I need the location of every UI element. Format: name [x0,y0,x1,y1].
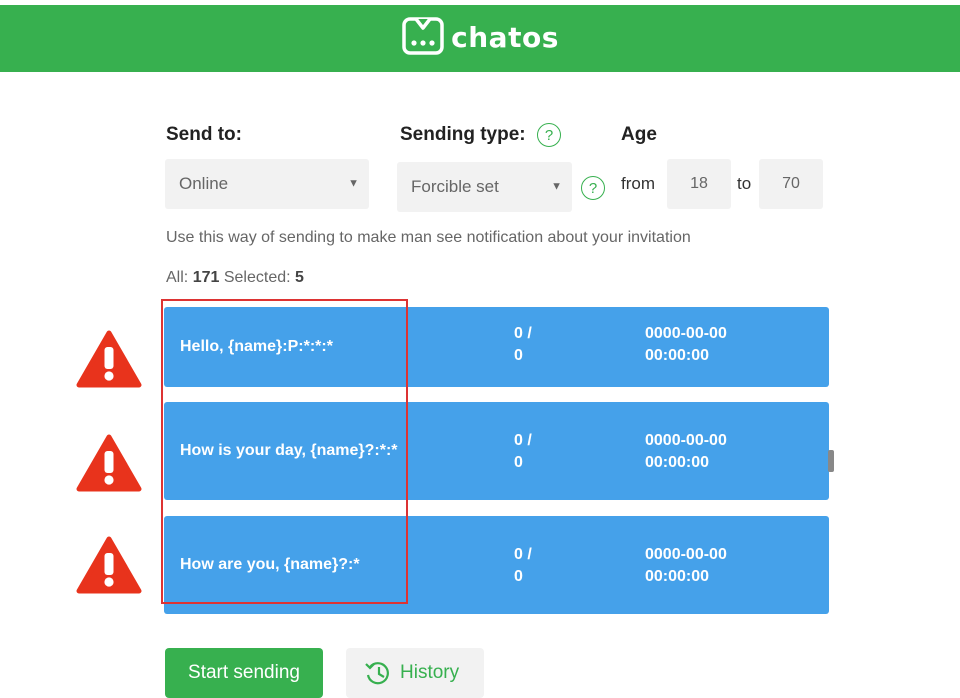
message-count-line1: 0 / [514,325,532,342]
list-scrollbar[interactable] [828,450,834,472]
history-label: History [400,662,460,683]
message-date-day: 0000-00-00 [645,325,727,342]
message-date: 0000-00-00 00:00:00 [645,323,765,367]
brand-logo[interactable]: chatos [401,16,559,58]
age-to-input[interactable]: 70 [759,159,823,209]
sending-type-label: Sending type: [400,124,526,145]
warning-icon [76,330,142,388]
help-icon[interactable]: ? [537,123,561,147]
dropdown-arrow-icon: ▼ [348,177,359,190]
history-button[interactable]: History [346,648,484,698]
message-date-time: 00:00:00 [645,568,710,585]
all-count-value: 171 [192,269,220,286]
message-count: 0 / 0 [514,544,554,588]
brand-name: chatos [451,20,559,54]
message-count-line2: 0 [514,454,523,471]
message-date-time: 00:00:00 [645,454,710,471]
age-from-label: from [621,174,655,193]
dropdown-arrow-icon: ▼ [551,180,562,193]
sending-type-hint: Use this way of sending to make man see … [166,229,691,246]
message-count: 0 / 0 [514,323,554,367]
chat-logo-icon [402,17,444,55]
warning-icon [76,434,142,492]
selected-count-value: 5 [295,269,304,286]
message-counts: All: 171 Selected: 5 [166,269,304,287]
clock-icon [365,662,389,685]
selected-count-label: Selected: [223,269,291,286]
message-date-day: 0000-00-00 [645,432,727,449]
send-to-value: Online [179,174,229,193]
sending-type-select[interactable]: Forcible set ▼ [397,162,572,212]
age-label: Age [621,124,657,145]
help-icon[interactable]: ? [581,176,605,200]
send-to-select[interactable]: Online ▼ [165,159,369,209]
message-count-line1: 0 / [514,432,532,449]
message-date-time: 00:00:00 [645,347,710,364]
all-count-label: All: [166,269,189,286]
warning-icon [76,536,142,594]
message-date: 0000-00-00 00:00:00 [645,430,765,474]
sending-type-value: Forcible set [411,177,499,196]
message-count-line2: 0 [514,347,523,364]
start-sending-button[interactable]: Start sending [165,648,323,698]
send-to-label: Send to: [166,124,242,145]
message-count-line2: 0 [514,568,523,585]
highlight-box [161,299,408,604]
header-bar: chatos [0,0,960,72]
message-count-line1: 0 / [514,546,532,563]
age-from-input[interactable]: 18 [667,159,731,209]
message-count: 0 / 0 [514,430,554,474]
message-date-day: 0000-00-00 [645,546,727,563]
message-date: 0000-00-00 00:00:00 [645,544,765,588]
age-to-label: to [737,174,752,193]
